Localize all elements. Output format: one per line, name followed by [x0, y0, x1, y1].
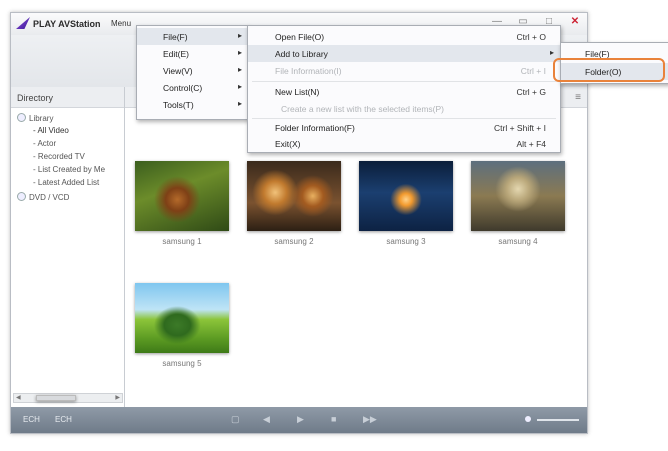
menu-item-file-information[interactable]: File Information(I) Ctrl + I — [248, 62, 560, 79]
menu-item-open-file[interactable]: Open File(O) Ctrl + O — [248, 28, 560, 45]
sidebar: Directory Library - All Video - Actor - … — [11, 87, 125, 407]
bottom-button-2[interactable]: ECH — [55, 415, 72, 424]
video-title: samsung 5 — [162, 359, 202, 368]
menu-button[interactable]: Menu — [111, 19, 131, 28]
tree-item-actor[interactable]: - Actor — [33, 139, 56, 148]
bottom-button-1[interactable]: ECH — [23, 415, 40, 424]
main-menu: File(F) ▸ Edit(E) ▸ View(V) ▸ Control(C)… — [136, 25, 249, 120]
tree-item-recorded-tv[interactable]: - Recorded TV — [33, 152, 85, 161]
play-icon[interactable]: ▶ — [297, 414, 304, 425]
sidebar-header: Directory — [11, 87, 124, 108]
scroll-right-icon[interactable]: ▶ — [115, 394, 120, 401]
menu-item-add-to-library[interactable]: Add to Library ▸ — [248, 45, 560, 62]
submenu-arrow-icon: ▸ — [237, 31, 242, 40]
tree-item-latest-added-list[interactable]: - Latest Added List — [33, 178, 99, 187]
menu-item-exit[interactable]: Exit(X) Alt + F4 — [248, 135, 560, 152]
view-mode-icon[interactable]: ≡ — [575, 92, 581, 103]
stop-icon[interactable]: ▢ — [231, 414, 240, 425]
close-icon[interactable]: ✕ — [569, 16, 581, 27]
submenu-arrow-icon: ▸ — [237, 82, 242, 91]
menu-item-file[interactable]: File(F) ▸ — [137, 28, 248, 45]
menu-separator — [252, 81, 556, 82]
tree-item-list-created-by-me[interactable]: - List Created by Me — [33, 165, 105, 174]
menu-item-new-list[interactable]: New List(N) Ctrl + G — [248, 83, 560, 100]
previous-icon[interactable]: ◀ — [263, 414, 270, 425]
app-title: PLAY AVStation — [33, 19, 101, 29]
menu-item-folder-information[interactable]: Folder Information(F) Ctrl + Shift + I — [248, 119, 560, 136]
tree-item-dvd-vcd[interactable]: DVD / VCD — [17, 192, 69, 202]
sidebar-title: Directory — [17, 93, 54, 103]
app-logo-icon — [16, 17, 30, 29]
tree-item-all-video[interactable]: - All Video — [33, 126, 69, 135]
video-title: samsung 2 — [274, 237, 314, 246]
menu-item-edit[interactable]: Edit(E) ▸ — [137, 45, 248, 62]
video-thumbnail[interactable] — [359, 161, 453, 231]
playback-bar: ECH ECH ▢ ◀ ▶ ■ ▶▶ — [11, 407, 587, 433]
video-title: samsung 3 — [386, 237, 426, 246]
submenu-arrow-icon: ▸ — [549, 48, 554, 57]
menu-item-view[interactable]: View(V) ▸ — [137, 62, 248, 79]
video-thumbnail[interactable] — [135, 161, 229, 231]
volume-slider[interactable] — [525, 416, 579, 422]
video-title: samsung 4 — [498, 237, 538, 246]
library-icon — [17, 113, 26, 122]
menu-item-create-list-from-selection[interactable]: Create a new list with the selected item… — [248, 100, 560, 117]
folder-highlight-ring — [553, 58, 665, 82]
pause-icon[interactable]: ■ — [331, 414, 336, 424]
tree-item-library[interactable]: Library — [17, 113, 53, 123]
next-icon[interactable]: ▶▶ — [363, 414, 377, 425]
menu-item-tools[interactable]: Tools(T) ▸ — [137, 96, 248, 113]
submenu-arrow-icon: ▸ — [237, 65, 242, 74]
file-submenu: Open File(O) Ctrl + O Add to Library ▸ F… — [247, 25, 561, 153]
scroll-left-icon[interactable]: ◀ — [16, 394, 21, 401]
scrollbar-thumb[interactable] — [36, 395, 76, 401]
disc-icon — [17, 192, 26, 201]
video-thumbnail[interactable] — [135, 283, 229, 353]
submenu-arrow-icon: ▸ — [237, 48, 242, 57]
menu-item-control[interactable]: Control(C) ▸ — [137, 79, 248, 96]
submenu-arrow-icon: ▸ — [237, 99, 242, 108]
video-thumbnail[interactable] — [471, 161, 565, 231]
video-title: samsung 1 — [162, 237, 202, 246]
sidebar-horizontal-scrollbar[interactable]: ◀ ▶ — [13, 393, 123, 403]
video-thumbnail[interactable] — [247, 161, 341, 231]
